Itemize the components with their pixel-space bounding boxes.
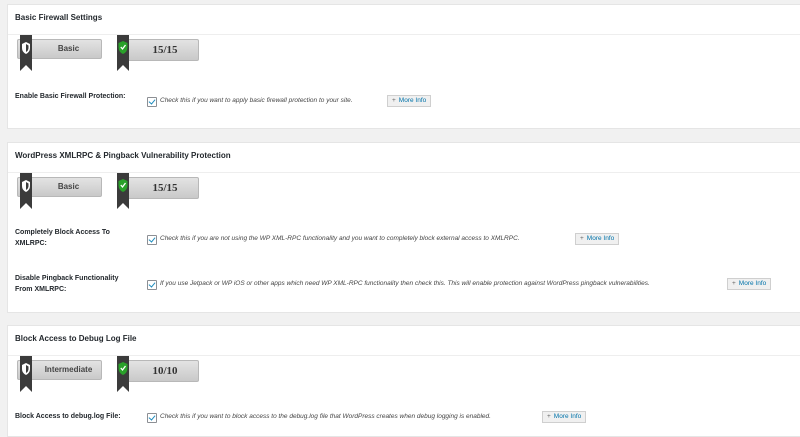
block-xmlrpc-checkbox[interactable] [147, 235, 157, 245]
security-points-badge: 15/15 [117, 177, 199, 199]
shield-ribbon-icon [20, 356, 32, 392]
setting-label: Block Access to debug.log File: [15, 413, 121, 420]
setting-label: Disable Pingback Functionality From XMLR… [15, 275, 119, 293]
setting-description: Check this if you want to apply basic fi… [160, 97, 353, 104]
security-level-label: Intermediate [44, 365, 93, 374]
green-shield-ribbon-icon [117, 356, 129, 392]
more-info-button[interactable]: + More Info [387, 95, 432, 107]
plus-icon: + [580, 235, 584, 242]
shield-ribbon-icon [20, 35, 32, 71]
enable-basic-firewall-checkbox[interactable] [147, 97, 157, 107]
more-info-label: More Info [586, 235, 615, 242]
security-points-label: 10/10 [152, 365, 178, 377]
more-info-label: More Info [553, 413, 582, 420]
setting-description: If you use Jetpack or WP iOS or other ap… [160, 280, 650, 287]
plus-icon: + [732, 280, 736, 287]
section-title: Block Access to Debug Log File [8, 326, 800, 356]
plus-icon: + [547, 413, 551, 420]
security-level-label: Basic [57, 44, 80, 53]
shield-ribbon-icon [20, 173, 32, 209]
setting-label: Enable Basic Firewall Protection: [15, 93, 126, 100]
section-basic-firewall: Basic Firewall Settings Basic 15/15 Enab… [7, 4, 800, 129]
setting-description: Check this if you are not using the WP X… [160, 235, 520, 242]
green-shield-ribbon-icon [117, 35, 129, 71]
green-shield-ribbon-icon [117, 173, 129, 209]
security-points-badge: 10/10 [117, 360, 199, 382]
more-info-button[interactable]: + More Info [542, 411, 587, 423]
disable-pingback-checkbox[interactable] [147, 280, 157, 290]
block-debug-log-checkbox[interactable] [147, 413, 157, 423]
setting-label: Completely Block Access To XMLRPC: [15, 229, 110, 247]
security-level-label: Basic [57, 182, 80, 191]
setting-description: Check this if you want to block access t… [160, 413, 491, 420]
more-info-button[interactable]: + More Info [575, 233, 620, 245]
section-debug-log: Block Access to Debug Log File Intermedi… [7, 325, 800, 437]
more-info-label: More Info [398, 97, 427, 104]
section-title: Basic Firewall Settings [8, 5, 800, 35]
more-info-button[interactable]: + More Info [727, 278, 772, 290]
section-title: WordPress XMLRPC & Pingback Vulnerabilit… [8, 143, 800, 173]
plus-icon: + [392, 97, 396, 104]
security-points-label: 15/15 [152, 44, 178, 56]
more-info-label: More Info [738, 280, 767, 287]
section-xmlrpc-pingback: WordPress XMLRPC & Pingback Vulnerabilit… [7, 142, 800, 313]
security-points-badge: 15/15 [117, 39, 199, 61]
security-points-label: 15/15 [152, 182, 178, 194]
